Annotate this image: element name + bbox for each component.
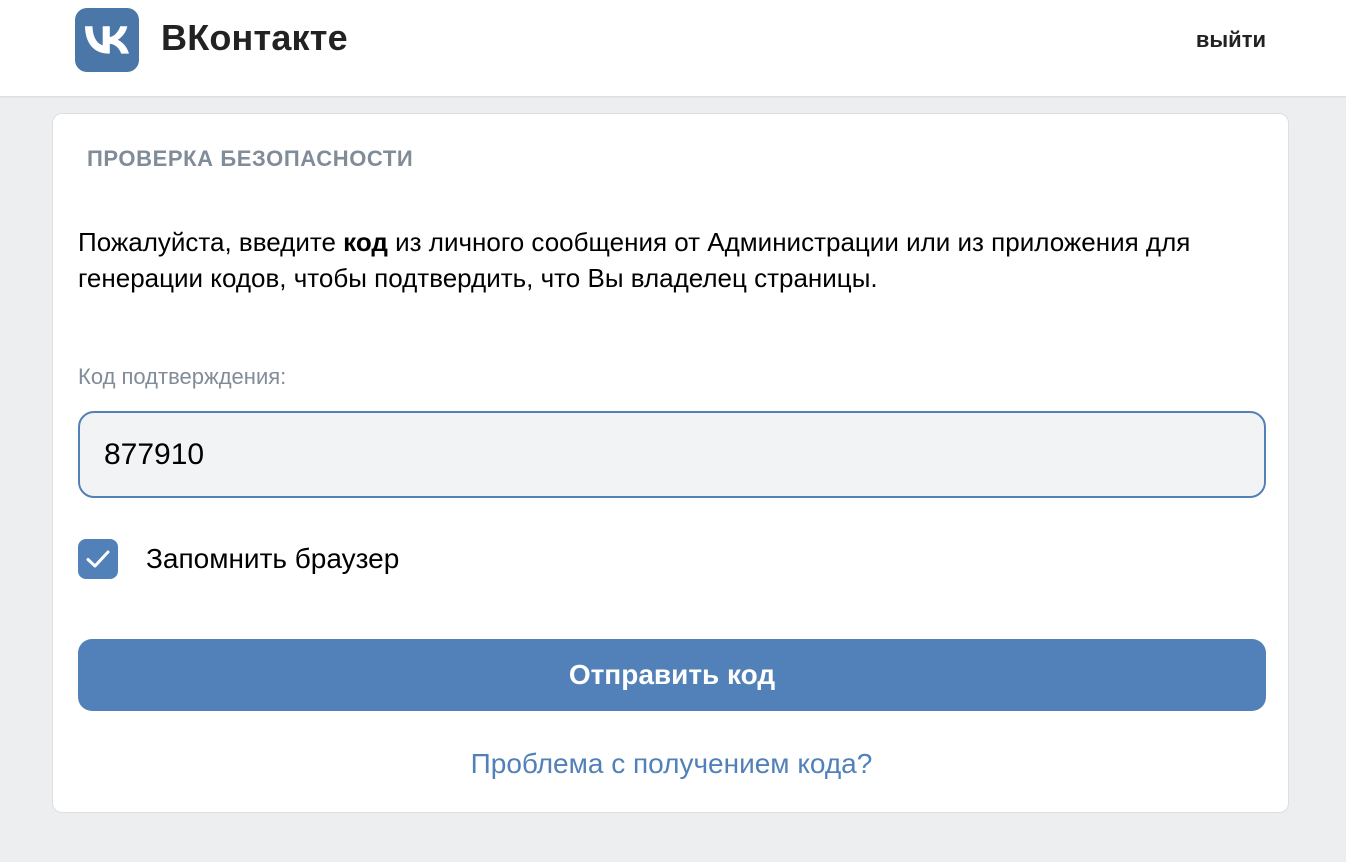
send-code-button[interactable]: Отправить код [78,639,1266,711]
code-problem-link[interactable]: Проблема с получением кода? [53,746,1290,782]
checkmark-icon [86,550,110,568]
remember-browser-label[interactable]: Запомнить браузер [146,541,399,577]
top-header: ВКонтакте выйти [0,0,1346,97]
vk-logo-glyph [85,26,129,54]
brand-name: ВКонтакте [161,17,348,58]
message-text-start: Пожалуйста, введите [78,227,344,257]
instruction-message: Пожалуйста, введите код из личного сообщ… [78,224,1228,296]
remember-browser-checkbox[interactable] [78,539,118,579]
logout-link[interactable]: выйти [1196,25,1266,55]
card-title: ПРОВЕРКА БЕЗОПАСНОСТИ [87,146,414,171]
security-check-card: ПРОВЕРКА БЕЗОПАСНОСТИ Пожалуйста, введит… [52,113,1289,813]
vk-logo-icon[interactable] [75,8,139,72]
message-text-bold: код [343,227,388,257]
confirmation-code-input[interactable] [78,411,1266,498]
code-field-label: Код подтверждения: [78,364,287,389]
